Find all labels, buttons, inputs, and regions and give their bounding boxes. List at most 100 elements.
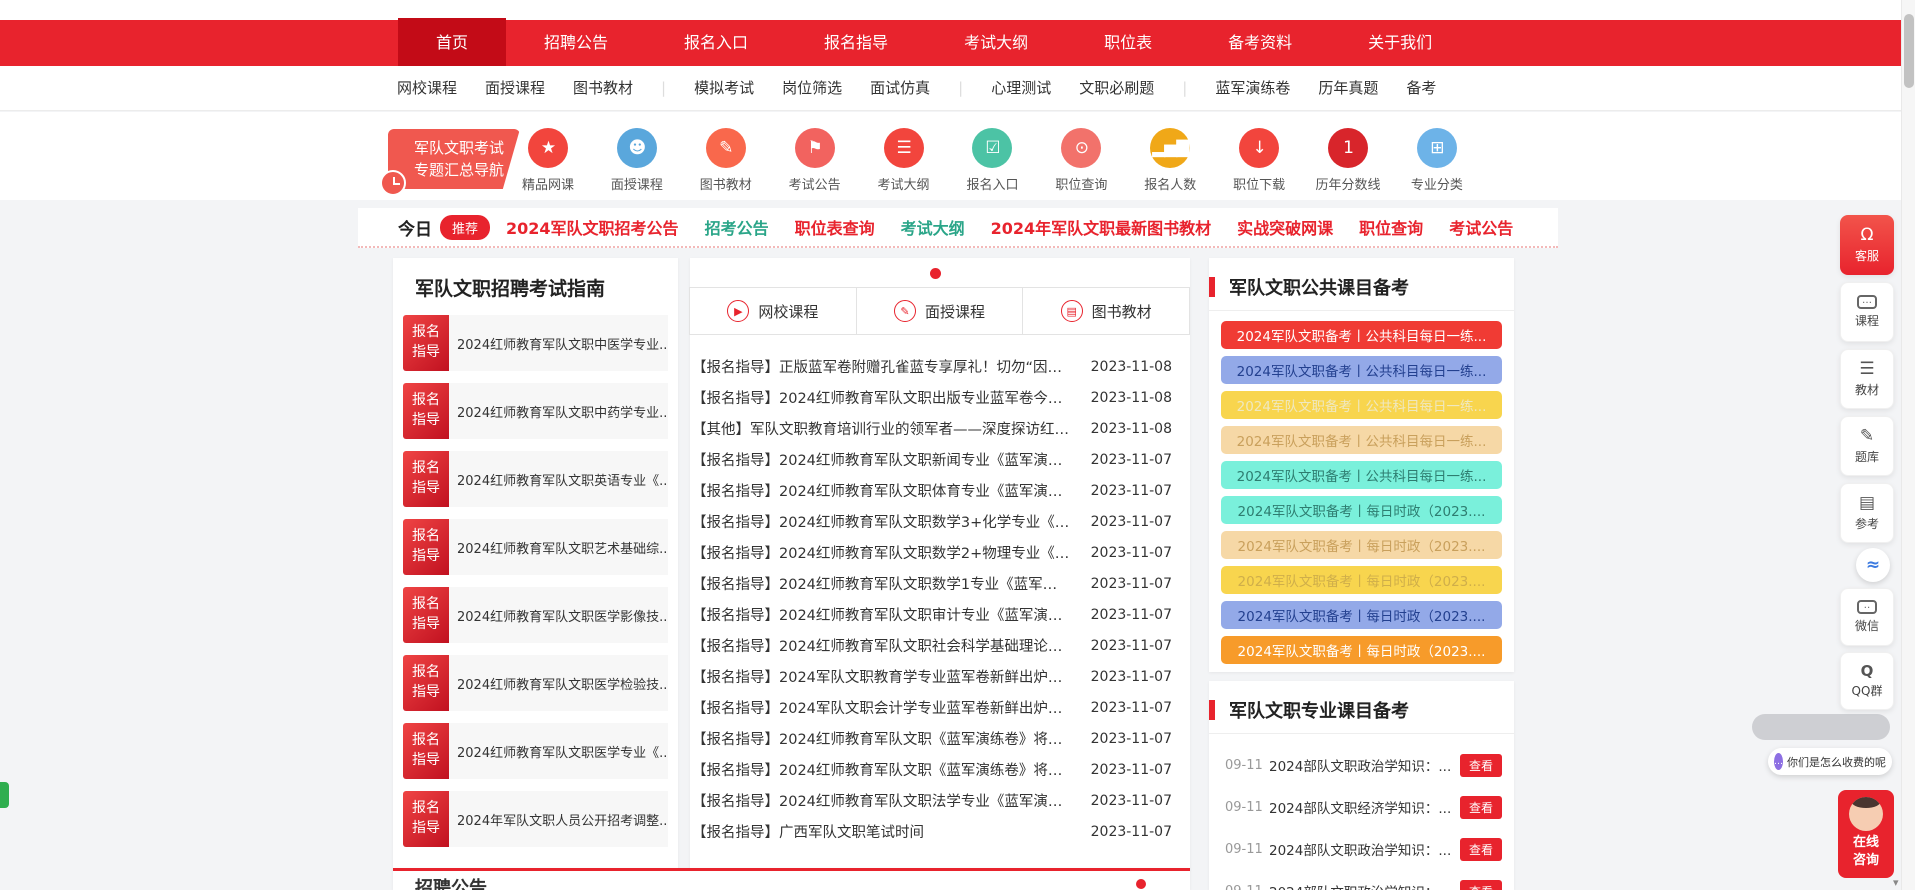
quick-nav-item[interactable]: ✎ 图书教材	[683, 128, 769, 193]
quick-nav-item[interactable]: ↓ 职位下载	[1216, 128, 1302, 193]
sub-nav-item[interactable]: 网校课程	[397, 66, 457, 111]
news-row[interactable]: 【报名指导】2024红师教育军队文职数学3+化学专业《蓝军演... 2023-1…	[692, 506, 1172, 537]
news-row[interactable]: 【报名指导】广西军队文职笔试时间 2023-11-07	[692, 816, 1172, 847]
news-row[interactable]: 【报名指导】2024红师教育军队文职法学专业《蓝军演练卷》将... 2023-1…	[692, 785, 1172, 816]
sub-nav-item[interactable]: 文职必刷题	[1079, 66, 1154, 111]
sub-nav-item[interactable]: 面授课程	[485, 66, 545, 111]
guide-item[interactable]: 报名指导 2024红师教育军队文职英语专业《...	[403, 451, 668, 507]
prep-button[interactable]: 2024军队文职备考丨公共科目每日一练...	[1221, 391, 1502, 419]
main-nav-item[interactable]: 职位表	[1066, 20, 1190, 66]
guide-item[interactable]: 报名指导 2024红师教育军队文职医学检验技...	[403, 655, 668, 711]
sidebar-item-jiaocai[interactable]: ☰ 教材	[1840, 349, 1894, 409]
quick-nav-item[interactable]: ☰ 考试大纲	[861, 128, 947, 193]
prep-button[interactable]: 2024军队文职备考丨公共科目每日一练...	[1221, 461, 1502, 489]
scrollbar-thumb[interactable]	[1904, 14, 1914, 88]
news-row[interactable]: 【报名指导】2024红师教育军队文职审计专业《蓝军演练卷》将... 2023-1…	[692, 599, 1172, 630]
main-nav-item[interactable]: 考试大纲	[926, 20, 1066, 66]
guide-item[interactable]: 报名指导 2024红师教育军队文职医学影像技...	[403, 587, 668, 643]
news-row[interactable]: 【其他】军队文职教育培训行业的领军者——深度探访红师教育 2023-11-08	[692, 413, 1172, 444]
quick-nav-item[interactable]: ⊞ 专业分类	[1394, 128, 1480, 193]
chat-question-toast[interactable]: … 你们是怎么收费的呢	[1768, 748, 1892, 775]
main-nav-item[interactable]: 报名入口	[646, 20, 786, 66]
news-row[interactable]: 【报名指导】2024红师教育军队文职《蓝军演练卷》将于明日预... 2023-1…	[692, 754, 1172, 785]
sub-nav-item[interactable]: 模拟考试	[694, 66, 754, 111]
guide-item[interactable]: 报名指导 2024红师教育军队文职中医学专业...	[403, 315, 668, 371]
sidebar-item-kefu[interactable]: Ω 客服	[1840, 215, 1894, 275]
today-link[interactable]: 考试大纲	[901, 215, 965, 239]
prep-button[interactable]: 2024军队文职备考丨每日时政（2023....	[1221, 496, 1502, 524]
main-nav-item[interactable]: 报名指导	[786, 20, 926, 66]
quick-nav-item[interactable]: ⊙ 职位查询	[1038, 128, 1124, 193]
left-edge-green-tab[interactable]	[0, 782, 9, 808]
news-row[interactable]: 【报名指导】2024红师教育军队文职社会科学基础理论专业《蓝... 2023-1…	[692, 630, 1172, 661]
prep-button[interactable]: 2024军队文职备考丨每日时政（2023....	[1221, 566, 1502, 594]
major-prep-row[interactable]: 09-11 2024部队文职政治学知识：... 查看	[1225, 832, 1502, 866]
main-nav-item[interactable]: 首页	[398, 18, 506, 68]
sidebar-item-weixin[interactable]: ‥ 微信	[1840, 588, 1894, 646]
sidebar-item-tiku[interactable]: ✎ 题库	[1840, 416, 1894, 476]
sub-nav-item[interactable]: 图书教材	[573, 66, 633, 111]
sub-nav-item[interactable]: |	[1182, 66, 1187, 111]
today-link[interactable]: 职位表查询	[795, 215, 875, 239]
major-prep-row[interactable]: 09-11 2024部队文职经济学知识：... 查看	[1225, 790, 1502, 824]
floating-translate-icon[interactable]: ≈	[1856, 548, 1890, 582]
prep-button[interactable]: 2024军队文职备考丨每日时政（2023....	[1221, 601, 1502, 629]
guide-item[interactable]: 报名指导 2024红师教育军队文职艺术基础综...	[403, 519, 668, 575]
guide-item[interactable]: 报名指导 2024红师教育军队文职医学专业《...	[403, 723, 668, 779]
main-nav-item[interactable]: 招聘公告	[506, 20, 646, 66]
main-nav-item[interactable]: 关于我们	[1330, 20, 1470, 66]
sidebar-item-qq[interactable]: Q QQ群	[1840, 652, 1894, 710]
news-row[interactable]: 【报名指导】2024军队文职会计学专业蓝军卷新鲜出炉，11月8... 2023-…	[692, 692, 1172, 723]
today-link[interactable]: 实战突破网课	[1237, 215, 1333, 239]
sub-nav-item[interactable]: |	[958, 66, 963, 111]
prep-button[interactable]: 2024军队文职备考丨每日时政（2023....	[1221, 636, 1502, 664]
today-link[interactable]: 招考公告	[705, 215, 769, 239]
today-link[interactable]: 2024年军队文职最新图书教材	[991, 215, 1212, 239]
news-row[interactable]: 【报名指导】2024军队文职教育学专业蓝军卷新鲜出炉，11月8... 2023-…	[692, 661, 1172, 692]
main-nav-item[interactable]: 备考资料	[1190, 20, 1330, 66]
sub-nav-item[interactable]: 历年真题	[1318, 66, 1378, 111]
view-button[interactable]: 查看	[1460, 880, 1502, 890]
view-button[interactable]: 查看	[1460, 796, 1502, 819]
news-tab[interactable]: ▶ 网校课程	[689, 287, 857, 335]
news-row[interactable]: 【报名指导】2024红师教育军队文职数学1专业《蓝军演练卷》... 2023-1…	[692, 568, 1172, 599]
quick-nav-item[interactable]: ☻ 面授课程	[594, 128, 680, 193]
news-row[interactable]: 【报名指导】2024红师教育军队文职数学2+物理专业《蓝军演... 2023-1…	[692, 537, 1172, 568]
news-tab[interactable]: ✎ 面授课程	[856, 287, 1024, 335]
sidebar-item-cankao[interactable]: ▤ 参考	[1840, 483, 1894, 543]
quick-nav-item[interactable]: ★ 精品网课	[505, 128, 591, 193]
sub-nav-item[interactable]: 岗位筛选	[782, 66, 842, 111]
sub-nav-item[interactable]: 备考	[1406, 66, 1436, 111]
major-prep-row[interactable]: 09-11 2024部队文职政治学知识：... 查看	[1225, 874, 1502, 890]
news-row[interactable]: 【报名指导】正版蓝军卷附赠孔雀蓝专享厚礼！切勿“因盗失良... 2023-11-…	[692, 351, 1172, 382]
carousel-dot-icon[interactable]	[930, 268, 941, 279]
topic-ribbon[interactable]: 军队文职考试 专题汇总导航	[388, 129, 520, 189]
sub-nav-item[interactable]: 心理测试	[991, 66, 1051, 111]
view-button[interactable]: 查看	[1460, 838, 1502, 861]
sub-nav-item[interactable]: |	[661, 66, 666, 111]
quick-nav-item[interactable]: 1 历年分数线	[1305, 128, 1391, 193]
today-link[interactable]: 考试公告	[1449, 215, 1513, 239]
quick-nav-item[interactable]: ☑ 报名入口	[949, 128, 1035, 193]
page-scrollbar[interactable]	[1901, 0, 1915, 890]
online-consult-button[interactable]: 在线 咨询	[1838, 790, 1894, 878]
prep-button[interactable]: 2024军队文职备考丨公共科目每日一练...	[1221, 321, 1502, 349]
prep-button[interactable]: 2024军队文职备考丨公共科目每日一练...	[1221, 356, 1502, 384]
today-link[interactable]: 2024军队文职招考公告	[506, 215, 679, 239]
news-row[interactable]: 【报名指导】2024红师教育军队文职新闻专业《蓝军演练卷》将... 2023-1…	[692, 444, 1172, 475]
news-row[interactable]: 【报名指导】2024红师教育军队文职体育专业《蓝军演练卷》将... 2023-1…	[692, 475, 1172, 506]
guide-item[interactable]: 报名指导 2024红师教育军队文职中药学专业...	[403, 383, 668, 439]
sub-nav-item[interactable]: 蓝军演练卷	[1215, 66, 1290, 111]
today-link[interactable]: 职位查询	[1359, 215, 1423, 239]
major-prep-row[interactable]: 09-11 2024部队文职政治学知识：... 查看	[1225, 748, 1502, 782]
quick-nav-item[interactable]: ▂▅▇ 报名人数	[1127, 128, 1213, 193]
view-button[interactable]: 查看	[1460, 754, 1502, 777]
guide-item[interactable]: 报名指导 2024年军队文职人员公开招考调整...	[403, 791, 668, 847]
quick-nav-item[interactable]: ⚑ 考试公告	[772, 128, 858, 193]
collapse-caret-icon[interactable]: ▾	[1893, 876, 1899, 889]
news-tab[interactable]: ▤ 图书教材	[1022, 287, 1190, 335]
carousel-dot-icon[interactable]	[1136, 879, 1146, 889]
prep-button[interactable]: 2024军队文职备考丨公共科目每日一练...	[1221, 426, 1502, 454]
news-row[interactable]: 【报名指导】2024红师教育军队文职《蓝军演练卷》将于明日预... 2023-1…	[692, 723, 1172, 754]
news-row[interactable]: 【报名指导】2024红师教育军队文职出版专业蓝军卷今日预售，... 2023-1…	[692, 382, 1172, 413]
